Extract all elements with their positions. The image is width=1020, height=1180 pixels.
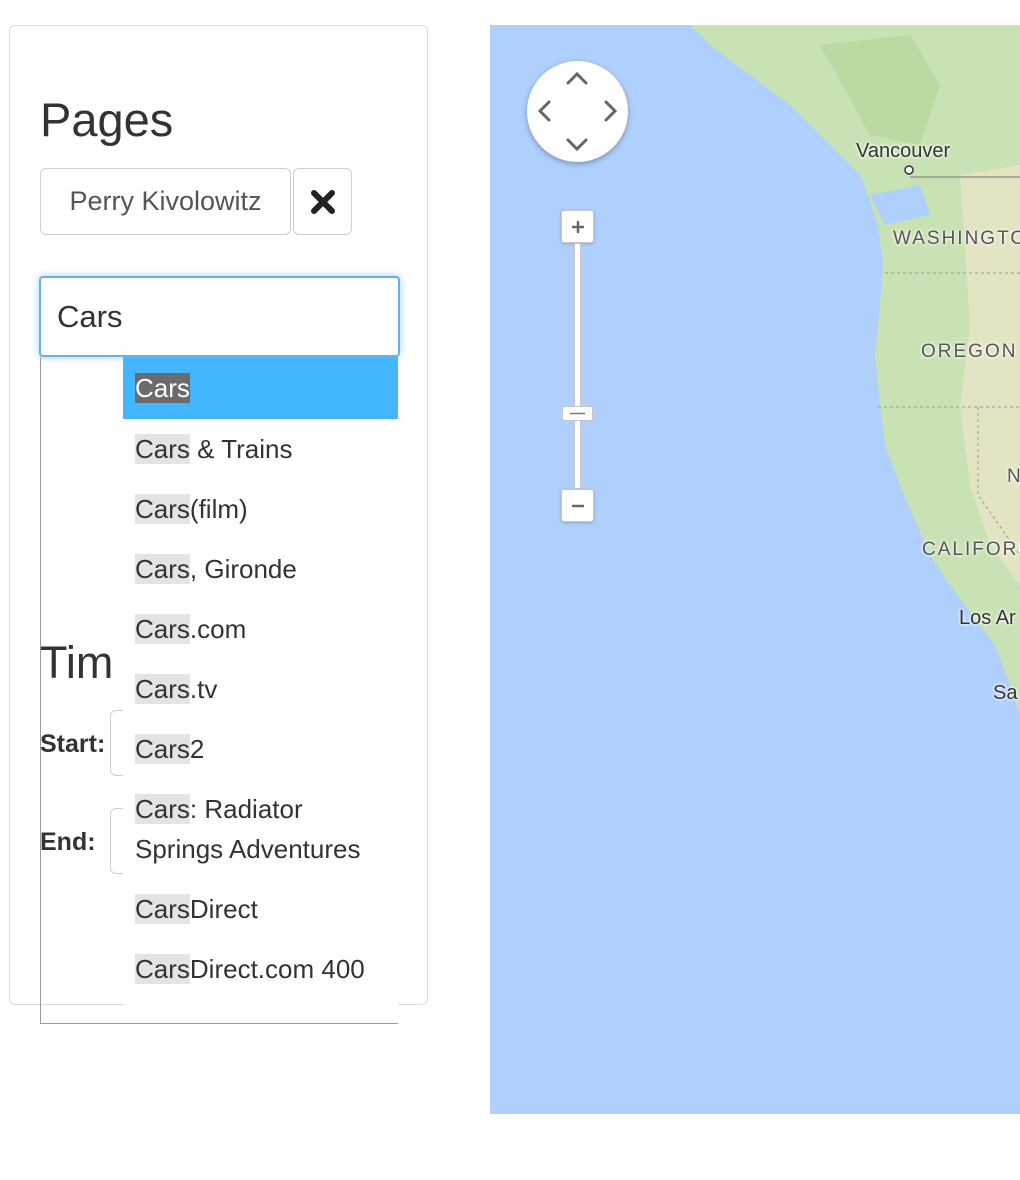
autocomplete-item[interactable]: CarsDirect.com 400	[123, 939, 398, 999]
autocomplete-item[interactable]: Cars & Trains	[123, 419, 398, 479]
item-rest: .tv	[189, 674, 218, 704]
match-highlight: Cars	[135, 494, 190, 524]
match-highlight: Cars	[135, 794, 190, 824]
map-label-washington: WASHINGTO	[893, 228, 1020, 249]
item-rest: & Trains	[189, 434, 293, 464]
page-search-input[interactable]	[39, 276, 400, 357]
map-label-oregon: OREGON	[921, 341, 1018, 362]
zoom-slider-track[interactable]	[574, 243, 581, 489]
close-x-icon	[310, 189, 335, 214]
item-rest: Direct	[189, 894, 258, 924]
map-label-san-diego: Sa	[993, 682, 1018, 704]
autocomplete-item[interactable]: Cars.com	[123, 599, 398, 659]
match-highlight: Cars	[135, 734, 190, 764]
map-label-vancouver: Vancouver	[856, 140, 951, 162]
autocomplete-item[interactable]: CarsDirect	[123, 879, 398, 939]
map-label-nevada: N	[1007, 466, 1020, 487]
map-land	[690, 25, 1020, 715]
match-highlight: Cars	[135, 894, 190, 924]
remove-tag-button[interactable]	[293, 168, 352, 235]
zoom-slider-handle[interactable]	[562, 406, 593, 421]
match-highlight: Cars	[135, 614, 190, 644]
autocomplete-item[interactable]: Cars	[123, 357, 398, 419]
map-label-california: CALIFORI	[922, 539, 1020, 560]
map-view[interactable]: Vancouver WASHINGTO OREGON N CALIFORI Lo…	[490, 25, 1020, 1114]
item-rest: 2	[189, 734, 205, 764]
selected-page-tag[interactable]: Perry Kivolowitz	[40, 168, 291, 235]
pan-arrows-icon	[537, 71, 618, 152]
autocomplete-dropdown: Cars Cars & Trains Cars(film) Cars, Giro…	[40, 357, 398, 1024]
autocomplete-list: Cars Cars & Trains Cars(film) Cars, Giro…	[123, 357, 398, 1023]
item-rest: Direct.com 400	[189, 954, 365, 984]
autocomplete-item[interactable]: Cars, Gironde	[123, 539, 398, 599]
map-label-los-angeles: Los Ar	[959, 607, 1016, 629]
slider-grip-icon	[570, 412, 585, 415]
item-rest: , Gironde	[189, 554, 297, 584]
plus-icon	[571, 220, 584, 233]
autocomplete-item[interactable]: Cars: Radiator Springs Adventures	[123, 779, 398, 879]
match-highlight: Cars	[135, 373, 190, 403]
item-rest: .com	[189, 614, 247, 644]
match-highlight: Cars	[135, 554, 190, 584]
match-highlight: Cars	[135, 954, 190, 984]
autocomplete-item[interactable]: Cars.tv	[123, 659, 398, 719]
pages-heading: Pages	[40, 93, 174, 146]
match-highlight: Cars	[135, 434, 190, 464]
minus-icon	[571, 504, 584, 507]
zoom-out-button[interactable]	[561, 489, 594, 522]
autocomplete-item[interactable]: Cars(film)	[123, 479, 398, 539]
item-rest: (film)	[189, 494, 248, 524]
match-highlight: Cars	[135, 674, 190, 704]
pan-control[interactable]	[527, 61, 628, 162]
zoom-in-button[interactable]	[561, 210, 594, 243]
autocomplete-item[interactable]: Cars2	[123, 719, 398, 779]
